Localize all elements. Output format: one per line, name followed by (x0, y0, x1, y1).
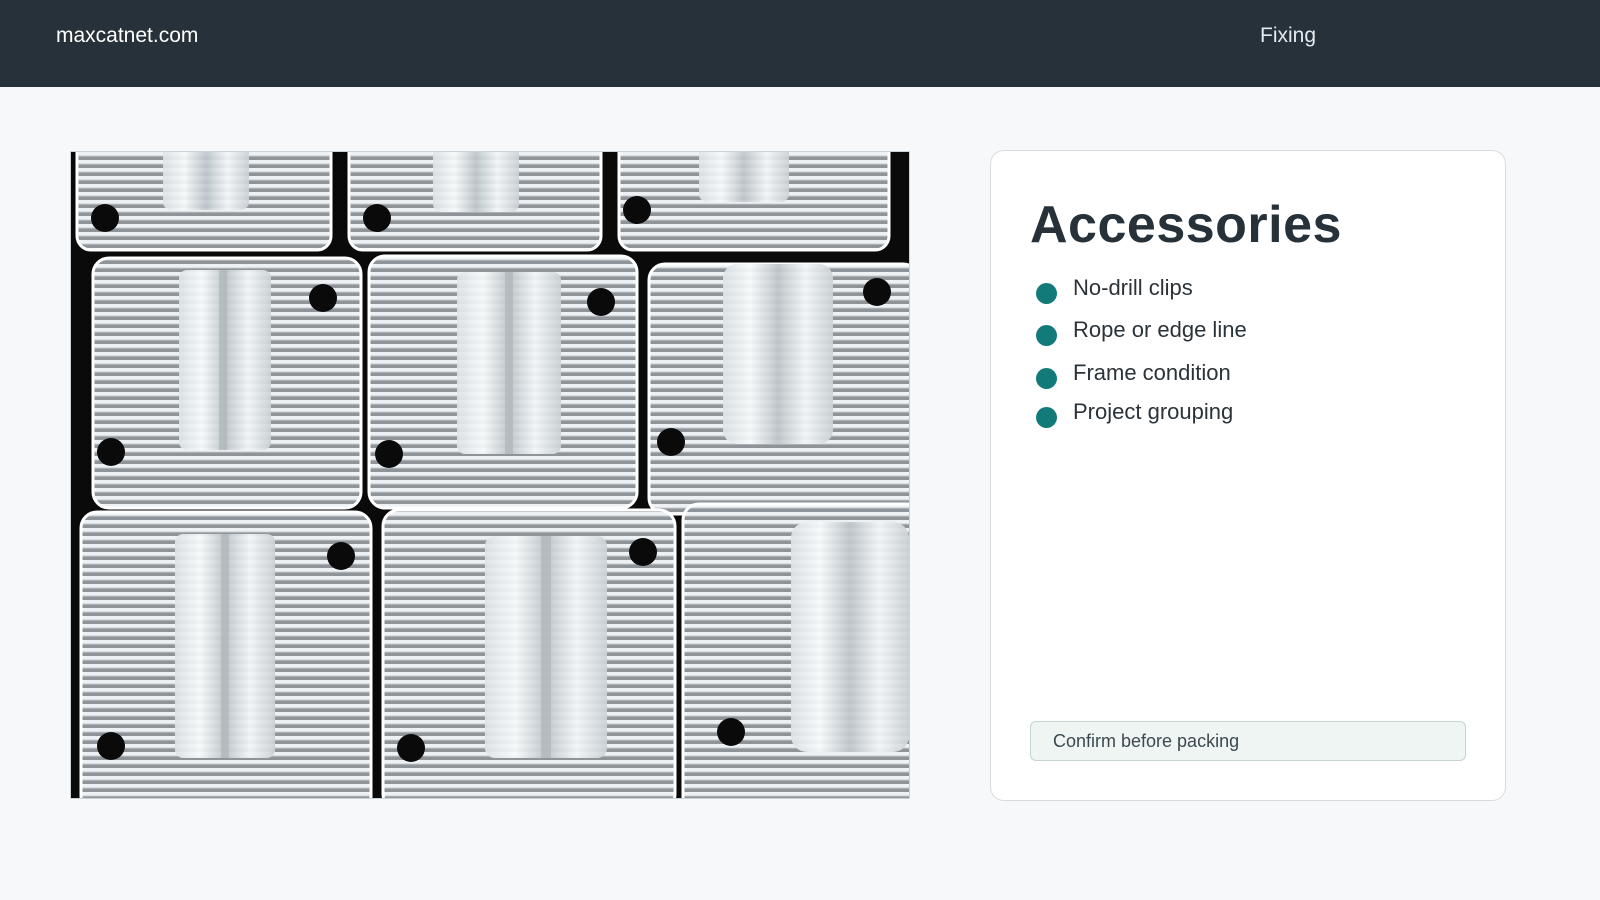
packing-note: Confirm before packing (1030, 721, 1466, 761)
packing-note-text: Confirm before packing (1053, 731, 1240, 751)
feature-label: No-drill clips (1073, 275, 1193, 300)
bullet-icon (1036, 283, 1057, 304)
bullet-icon (1036, 368, 1057, 389)
brand-link[interactable]: maxcatnet.com (56, 24, 198, 48)
bullet-icon (1036, 407, 1057, 428)
feature-label: Project grouping (1073, 399, 1234, 424)
feature-label: Rope or edge line (1073, 317, 1247, 342)
feature-label: Frame condition (1073, 360, 1231, 385)
nav-link-fixing[interactable]: Fixing (1260, 24, 1316, 48)
bullet-icon (1036, 325, 1057, 346)
card-title: Accessories (1030, 196, 1342, 254)
product-photo (70, 151, 910, 799)
top-bar: maxcatnet.com Fixing (0, 0, 1600, 87)
accessories-card: Accessories No-drill clips Rope or edge … (990, 150, 1506, 801)
